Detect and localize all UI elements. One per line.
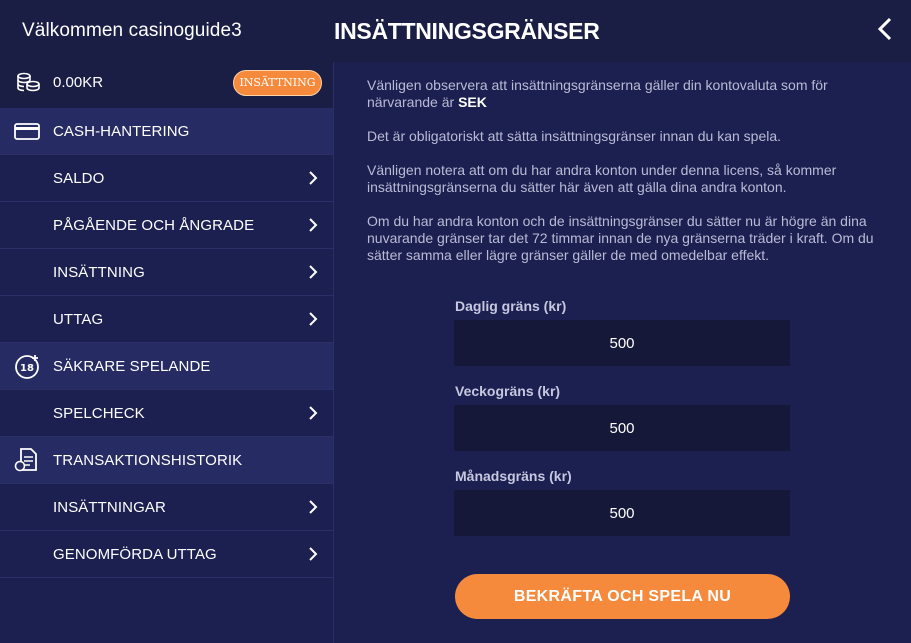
chevron-right-icon (309, 312, 318, 326)
confirm-and-play-button[interactable]: BEKRÄFTA OCH SPELA NU (455, 574, 790, 619)
info-paragraph-72-hours: Om du har andra konton och de insättning… (367, 213, 874, 263)
currency-code: SEK (458, 94, 487, 110)
deposit-limits-modal: Välkommen casinoguide3 0.00KR INSÄTTNING (0, 0, 911, 643)
sidebar-empty-area (0, 578, 334, 643)
welcome-text: Välkommen casinoguide3 (22, 20, 242, 41)
sidebar-item-label: SPELCHECK (53, 405, 145, 422)
chevron-right-icon (309, 171, 318, 185)
weekly-limit-label: Veckogräns (kr) (455, 383, 561, 399)
sidebar-section-label: TRANSAKTIONSHISTORIK (53, 452, 243, 469)
sidebar-section-history[interactable]: TRANSAKTIONSHISTORIK (0, 437, 334, 484)
credit-card-icon (14, 123, 40, 140)
monthly-limit-label: Månadsgräns (kr) (455, 468, 572, 484)
chevron-right-icon (309, 500, 318, 514)
age-18-plus-icon: 18 (15, 355, 39, 379)
chevron-right-icon (309, 547, 318, 561)
coins-icon (17, 72, 40, 92)
deposit-badge-button[interactable]: INSÄTTNING (233, 70, 322, 96)
chevron-right-icon (309, 218, 318, 232)
weekly-limit-input[interactable] (454, 405, 790, 451)
sidebar-item-deposits[interactable]: INSÄTTNINGAR (0, 484, 334, 531)
sidebar-section-cash[interactable]: CASH-HANTERING (0, 108, 334, 155)
page-title: INSÄTTNINGSGRÄNSER (334, 18, 600, 44)
sidebar: Välkommen casinoguide3 0.00KR INSÄTTNING (0, 0, 334, 643)
sidebar-item-label: INSÄTTNINGAR (53, 499, 166, 516)
info-paragraph-other-accounts: Vänligen notera att om du har andra kont… (367, 162, 837, 195)
sidebar-item-label: UTTAG (53, 311, 104, 328)
balance-amount: 0.00KR (53, 74, 104, 91)
chevron-right-icon (309, 265, 318, 279)
chevron-right-icon (309, 406, 318, 420)
sidebar-item-label: PÅGÅENDE OCH ÅNGRADE (53, 217, 255, 234)
info-currency-text: Vänligen observera att insättningsgränse… (367, 77, 828, 110)
sidebar-section-label: CASH-HANTERING (53, 123, 190, 140)
sidebar-item-pending[interactable]: PÅGÅENDE OCH ÅNGRADE (0, 202, 334, 249)
balance-row: 0.00KR INSÄTTNING (0, 62, 334, 106)
sidebar-section-safe-gaming[interactable]: 18 SÄKRARE SPELANDE (0, 343, 334, 390)
svg-text:18: 18 (20, 363, 34, 374)
document-icon (14, 448, 37, 472)
sidebar-menu: CASH-HANTERING SALDO PÅGÅENDE OCH ÅNGRAD… (0, 108, 334, 578)
sidebar-item-withdrawals[interactable]: GENOMFÖRDA UTTAG (0, 531, 334, 578)
sidebar-item-deposit[interactable]: INSÄTTNING (0, 249, 334, 296)
sidebar-item-saldo[interactable]: SALDO (0, 155, 334, 202)
sidebar-item-label: GENOMFÖRDA UTTAG (53, 546, 217, 563)
sidebar-item-withdraw[interactable]: UTTAG (0, 296, 334, 343)
sidebar-item-spelcheck[interactable]: SPELCHECK (0, 390, 334, 437)
monthly-limit-input[interactable] (454, 490, 790, 536)
info-paragraph-mandatory: Det är obligatoriskt att sätta insättnin… (367, 128, 782, 144)
chevron-left-icon[interactable] (872, 14, 898, 44)
daily-limit-label: Daglig gräns (kr) (455, 298, 567, 314)
sidebar-item-label: SALDO (53, 170, 105, 187)
sidebar-item-label: INSÄTTNING (53, 264, 145, 281)
sidebar-section-label: SÄKRARE SPELANDE (53, 358, 211, 375)
info-paragraph-currency: Vänligen observera att insättningsgränse… (367, 77, 887, 111)
daily-limit-input[interactable] (454, 320, 790, 366)
